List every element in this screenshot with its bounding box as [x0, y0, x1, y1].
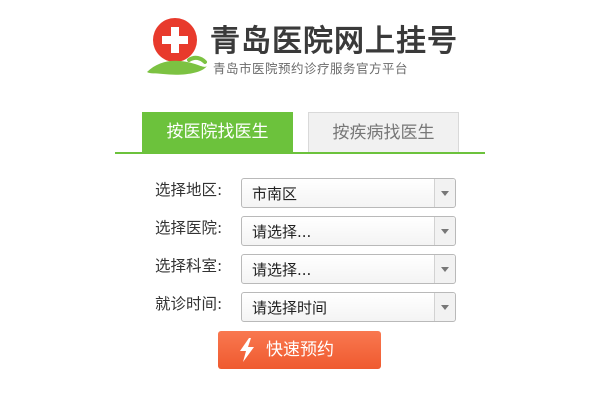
quick-booking-button[interactable]: 快速预约	[218, 331, 381, 369]
hospital-select[interactable]: 请选择...	[241, 216, 456, 246]
hospital-row: 选择医院: 请选择...	[155, 216, 460, 248]
red-cross-hand-logo-icon	[145, 14, 209, 78]
time-select-value: 请选择时间	[252, 299, 328, 317]
region-label: 选择地区:	[155, 181, 223, 199]
department-label: 选择科室:	[155, 257, 223, 275]
chevron-down-icon	[441, 229, 449, 234]
region-select[interactable]: 市南区	[241, 178, 456, 208]
department-select-value: 请选择...	[252, 261, 312, 279]
time-label: 就诊时间:	[155, 295, 223, 313]
booking-page: 青岛医院网上挂号 青岛市医院预约诊疗服务官方平台 按医院找医生 按疾病找医生 选…	[0, 0, 600, 400]
region-dropdown-button[interactable]	[434, 179, 455, 207]
department-dropdown-button[interactable]	[434, 255, 455, 283]
time-row: 就诊时间: 请选择时间	[155, 292, 460, 324]
region-select-value: 市南区	[252, 185, 298, 203]
tab-underline	[115, 152, 485, 154]
chevron-down-icon	[441, 305, 449, 310]
search-tabs: 按医院找医生 按疾病找医生	[115, 112, 485, 154]
lightning-icon	[238, 338, 256, 362]
quick-booking-label: 快速预约	[266, 340, 334, 360]
hospital-label: 选择医院:	[155, 219, 223, 237]
chevron-down-icon	[441, 267, 449, 272]
tab-by-disease[interactable]: 按疾病找医生	[308, 112, 459, 152]
brand-subtitle: 青岛市医院预约诊疗服务官方平台	[213, 61, 409, 76]
brand-title: 青岛医院网上挂号	[210, 24, 458, 59]
region-row: 选择地区: 市南区	[155, 178, 460, 210]
chevron-down-icon	[441, 191, 449, 196]
hospital-select-value: 请选择...	[252, 223, 312, 241]
tab-by-hospital[interactable]: 按医院找医生	[142, 112, 293, 152]
time-select[interactable]: 请选择时间	[241, 292, 456, 322]
department-select[interactable]: 请选择...	[241, 254, 456, 284]
hospital-dropdown-button[interactable]	[434, 217, 455, 245]
time-dropdown-button[interactable]	[434, 293, 455, 321]
department-row: 选择科室: 请选择...	[155, 254, 460, 286]
